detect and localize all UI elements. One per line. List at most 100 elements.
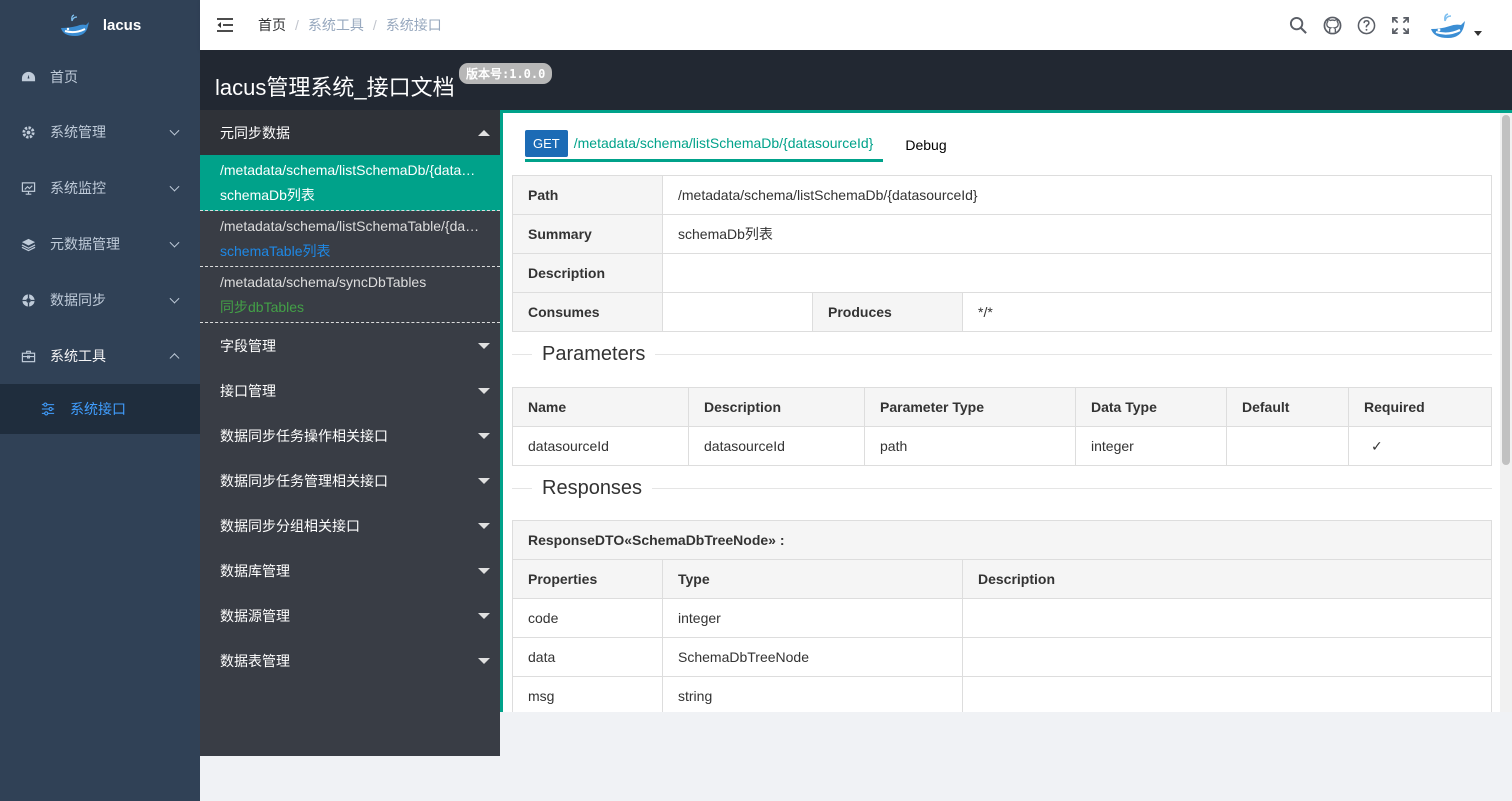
gear-icon	[20, 124, 36, 140]
table-cell: code	[512, 598, 663, 638]
api-item-summary: 同步dbTables	[220, 299, 305, 315]
column-header: Name	[512, 387, 689, 427]
brand[interactable]: lacus	[0, 0, 200, 50]
menu-item-system-management[interactable]: 系统管理	[0, 104, 200, 160]
info-value: /metadata/schema/listSchemaDb/{datasourc…	[662, 175, 1492, 215]
info-value	[662, 292, 813, 332]
sliders-icon	[40, 401, 56, 417]
api-item-summary: schemaTable列表	[220, 243, 331, 259]
section-title-text: Parameters	[542, 343, 646, 365]
api-group-label: 元同步数据	[220, 124, 290, 141]
toolbox-icon	[20, 348, 36, 364]
tab-debug[interactable]: Debug	[905, 127, 946, 162]
layers-icon	[20, 236, 36, 252]
brand-name: lacus	[102, 16, 142, 34]
hamburger-icon[interactable]	[200, 0, 250, 50]
menu-label: 元数据管理	[50, 236, 120, 252]
api-group-header[interactable]: 接口管理	[200, 368, 500, 413]
response-dto-title: ResponseDTO«SchemaDbTreeNode» :	[512, 520, 1492, 560]
monitor-icon	[20, 180, 36, 196]
table-row: Description	[512, 253, 1492, 293]
table-cell	[962, 598, 1492, 638]
table-row: msg string	[512, 676, 1492, 712]
api-info-table: Path /metadata/schema/listSchemaDb/{data…	[512, 175, 1492, 332]
scrollbar-thumb[interactable]	[1502, 115, 1510, 465]
triangle-down-icon	[478, 432, 490, 439]
api-group-header[interactable]: 数据表管理	[200, 638, 500, 683]
menu-label: 系统工具	[50, 348, 106, 364]
chevron-down-icon	[169, 237, 180, 248]
info-value	[662, 253, 1492, 293]
github-icon[interactable]	[1322, 15, 1342, 35]
menu-item-system-monitor[interactable]: 系统监控	[0, 160, 200, 216]
api-group-header-open[interactable]: 元同步数据	[200, 110, 500, 155]
table-row: Summary schemaDb列表	[512, 214, 1492, 254]
menu-label: 系统管理	[50, 124, 106, 140]
menu-item-metadata[interactable]: 元数据管理	[0, 216, 200, 272]
column-header: Required	[1348, 387, 1492, 427]
chevron-down-icon	[169, 293, 180, 304]
table-header-row: Properties Type Description	[512, 559, 1492, 599]
submenu-item-system-api[interactable]: 系统接口	[0, 384, 200, 434]
column-header: Type	[662, 559, 963, 599]
api-group-header[interactable]: 数据同步分组相关接口	[200, 503, 500, 548]
api-group-header[interactable]: 字段管理	[200, 323, 500, 368]
table-cell	[962, 676, 1492, 712]
content-scrollbar[interactable]	[1500, 113, 1512, 712]
avatar	[1431, 13, 1465, 38]
table-cell: path	[864, 426, 1076, 466]
dashboard-icon	[20, 69, 36, 85]
table-cell: string	[662, 676, 963, 712]
info-value: */*	[962, 292, 1492, 332]
api-group-label: 数据同步分组相关接口	[220, 517, 360, 534]
tab-path: /metadata/schema/listSchemaDb/{datasourc…	[573, 135, 874, 151]
fullscreen-icon[interactable]	[1390, 15, 1410, 35]
search-icon[interactable]	[1288, 15, 1308, 35]
api-group-header[interactable]: 数据源管理	[200, 593, 500, 638]
triangle-down-icon	[478, 612, 490, 619]
table-cell: data	[512, 637, 663, 677]
api-detail-panel: GET /metadata/schema/listSchemaDb/{datas…	[500, 110, 1512, 712]
menu-item-data-sync[interactable]: 数据同步	[0, 272, 200, 328]
divider	[652, 488, 1492, 489]
caret-down-icon	[1474, 31, 1482, 36]
divider	[655, 354, 1492, 355]
help-icon[interactable]	[1356, 15, 1376, 35]
api-group-label: 数据同步任务操作相关接口	[220, 427, 388, 444]
api-group-header[interactable]: 数据库管理	[200, 548, 500, 593]
breadcrumb-item-home[interactable]: 首页	[258, 15, 286, 35]
table-row: datasourceId datasourceId path integer ✓	[512, 426, 1492, 466]
info-value: schemaDb列表	[662, 214, 1492, 254]
info-label: Consumes	[512, 292, 663, 332]
chevron-down-icon	[169, 181, 180, 192]
app-sidebar: lacus 首页 系统管理 系统监控 元数据管理 数据同步 系统工具 系统接口	[0, 0, 200, 801]
table-cell: integer	[1075, 426, 1227, 466]
table-cell	[962, 637, 1492, 677]
api-item[interactable]: /metadata/schema/syncDbTables 同步dbTables	[200, 267, 500, 323]
triangle-down-icon	[478, 387, 490, 394]
tab-api-doc[interactable]: GET /metadata/schema/listSchemaDb/{datas…	[525, 127, 884, 162]
doc-title: lacus管理系统_接口文档	[215, 75, 455, 100]
triangle-up-icon	[478, 129, 490, 136]
api-item[interactable]: /metadata/schema/listSchemaTable/{dataso…	[200, 211, 500, 267]
api-group-header[interactable]: 数据同步任务管理相关接口	[200, 458, 500, 503]
menu-item-home[interactable]: 首页	[0, 50, 200, 104]
breadcrumb-separator: /	[295, 17, 299, 33]
user-menu[interactable]	[1428, 10, 1482, 40]
column-header: Data Type	[1075, 387, 1227, 427]
chevron-down-icon	[169, 125, 180, 136]
table-cell: datasourceId	[512, 426, 689, 466]
column-header: Default	[1226, 387, 1349, 427]
menu-item-system-tools[interactable]: 系统工具	[0, 328, 200, 384]
api-group-header[interactable]: 数据同步任务操作相关接口	[200, 413, 500, 458]
divider	[512, 354, 532, 355]
breadcrumb-item-system-tools: 系统工具	[307, 17, 364, 33]
triangle-down-icon	[478, 567, 490, 574]
info-label: Path	[512, 175, 663, 215]
breadcrumb-item-system-api: 系统接口	[385, 17, 442, 33]
table-cell	[1226, 426, 1349, 466]
api-tabs: GET /metadata/schema/listSchemaDb/{datas…	[525, 127, 947, 162]
responses-section-title: Responses	[512, 477, 1492, 500]
api-item[interactable]: /metadata/schema/listSchemaDb/{datasourc…	[200, 155, 500, 211]
triangle-down-icon	[478, 522, 490, 529]
